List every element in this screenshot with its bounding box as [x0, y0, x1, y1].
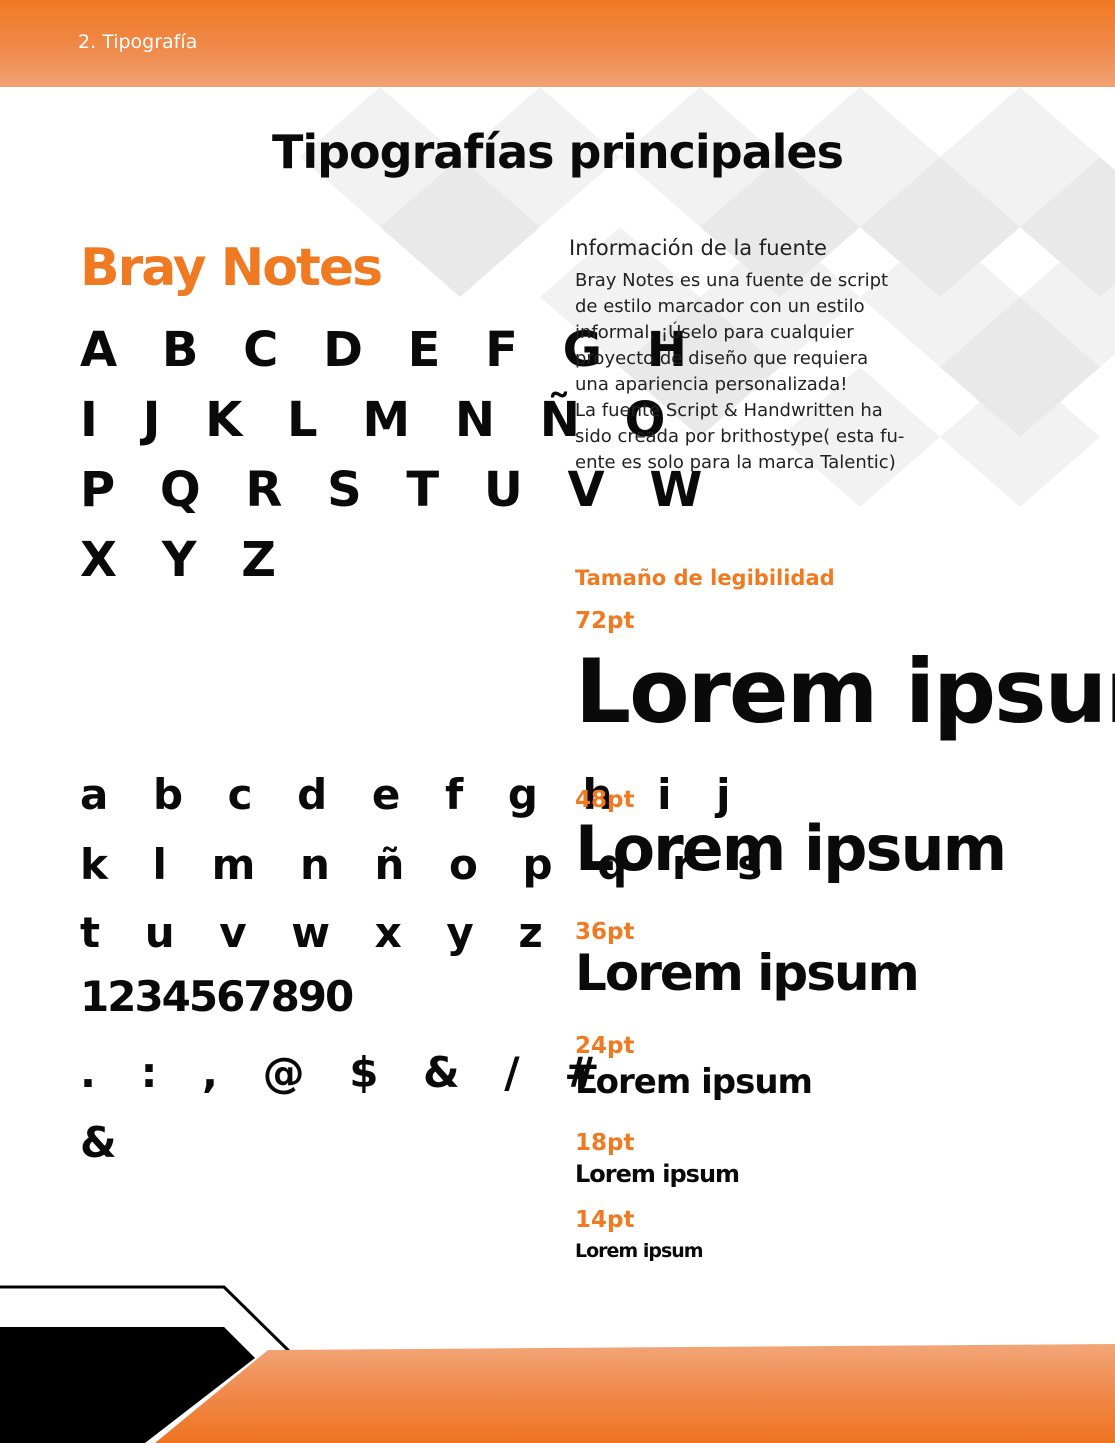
page-title: Tipografías principales — [271, 125, 844, 179]
info-line: La fuente Script & Handwritten ha — [575, 400, 883, 421]
uppercase-row: X Y Z — [80, 532, 290, 588]
info-line: ente es solo para la marca Talentic) — [575, 452, 896, 473]
size-label: 14pt — [575, 1207, 635, 1233]
sample-36pt: Lorem ipsum — [575, 944, 920, 1002]
info-line: de estilo marcador con un estilo — [575, 296, 865, 317]
size-label: 18pt — [575, 1130, 635, 1156]
numerals-row: 1234567890 — [80, 972, 354, 1021]
sample-72pt: Lorem ipsum — [575, 640, 1115, 743]
sample-18pt: Lorem ipsum — [575, 1160, 740, 1188]
sample-24pt: Lorem ipsum — [575, 1062, 813, 1102]
legibility-title: Tamaño de legibilidad — [575, 566, 835, 590]
symbols-row: . : , @ $ & / # — [80, 1048, 615, 1097]
info-line: una apariencia personalizada! — [575, 374, 848, 395]
symbols-row: & — [80, 1118, 132, 1167]
lowercase-row: t u v w x y z — [80, 908, 558, 957]
info-line: proyecto de diseño que requiera — [575, 348, 869, 369]
info-body: Bray Notes es una fuente de script de es… — [575, 268, 975, 476]
section-label: 2. Tipografía — [78, 31, 198, 53]
size-label: 36pt — [575, 919, 635, 945]
size-label: 24pt — [575, 1033, 635, 1059]
size-label: 72pt — [575, 608, 635, 634]
info-line: informal. ¡Úselo para cualquier — [575, 322, 854, 343]
info-title: Información de la fuente — [569, 236, 827, 260]
header-bar: 2. Tipografía — [0, 0, 1115, 87]
sample-14pt: Lorem ipsum — [575, 1240, 704, 1262]
sample-48pt: Lorem ipsum — [575, 812, 1007, 885]
info-line: Bray Notes es una fuente de script — [575, 270, 889, 291]
font-name: Bray Notes — [80, 238, 383, 298]
info-line: sido creada por brithostype( esta fu- — [575, 426, 905, 447]
size-label: 48pt — [575, 787, 635, 813]
footer-decoration — [0, 1285, 1115, 1443]
